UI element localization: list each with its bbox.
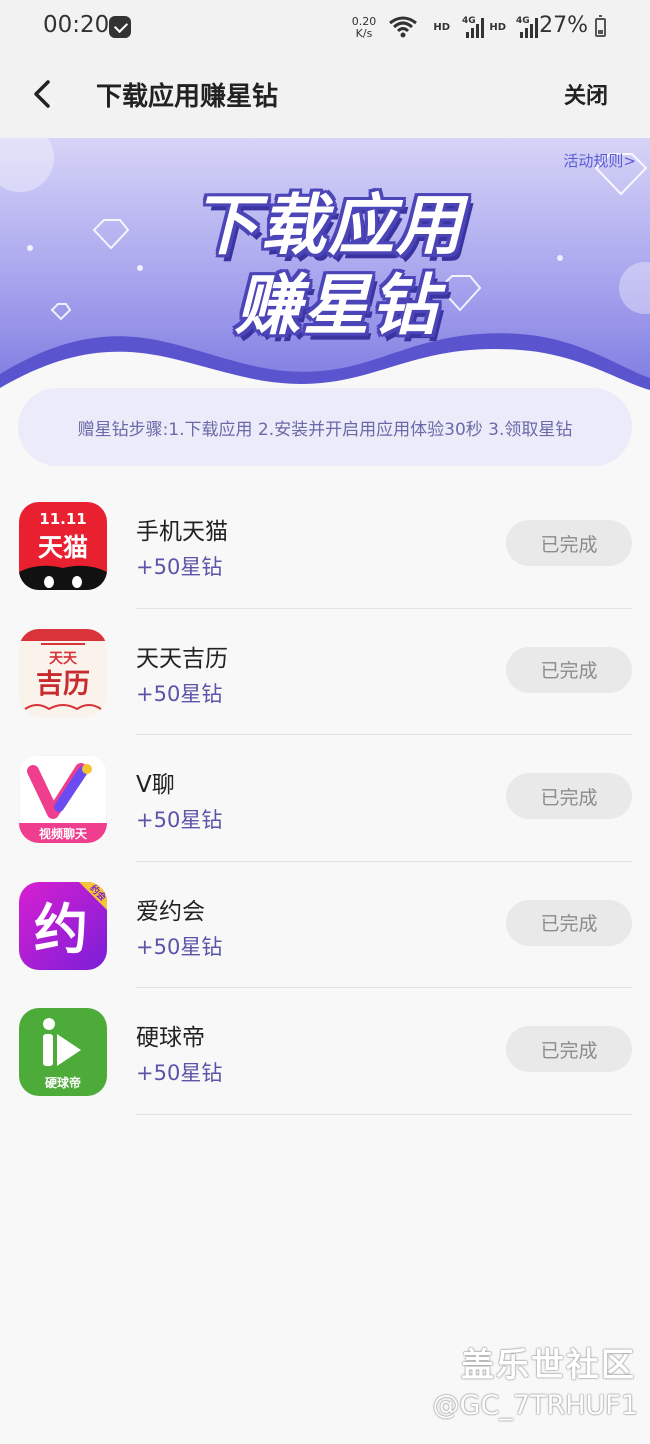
hd-label: HD: [433, 22, 450, 33]
svg-text:约: 约: [34, 898, 88, 961]
completed-button[interactable]: 已完成: [506, 899, 632, 946]
app-list: 11.11 天猫 手机天猫 +50星钻 已完成 天天 吉历 天天吉历 +50星钻: [0, 482, 650, 1115]
divider: [136, 1113, 632, 1115]
completed-button[interactable]: 已完成: [506, 773, 632, 819]
completed-button[interactable]: 已完成: [506, 1026, 632, 1072]
app-reward: +50星钻: [136, 681, 223, 706]
app-reward: +50星钻: [136, 808, 223, 832]
app-reward: +50星钻: [136, 1061, 223, 1085]
app-reward: +50星钻: [136, 555, 223, 579]
steps-card: 赠星钻步骤:1.下载应用 2.安装并开启用应用体验30秒 3.领取星钻: [18, 388, 632, 466]
title-bar: 下载应用赚星钻 关闭: [0, 56, 650, 138]
svg-text:吉历: 吉历: [36, 669, 90, 700]
status-time: 00:20: [43, 12, 110, 38]
wifi-icon: [389, 16, 417, 38]
close-button[interactable]: 关闭: [564, 78, 608, 110]
list-item[interactable]: 约会 约 爱约会 +50星钻 已完成: [0, 862, 650, 988]
hardball-app-icon: 硬球帝: [19, 1008, 107, 1096]
svg-text:11.11: 11.11: [39, 510, 86, 528]
svg-text:视频聊天: 视频聊天: [39, 826, 88, 841]
signal-icon: 4G: [516, 16, 538, 38]
app-name: V聊: [136, 772, 175, 798]
list-item[interactable]: 硬球帝 硬球帝 +50星钻 已完成: [0, 988, 650, 1115]
app-name: 爱约会: [136, 898, 205, 925]
app-reward: +50星钻: [136, 934, 223, 959]
back-button[interactable]: [22, 74, 62, 114]
network-speed: 0.20 K/s: [351, 15, 377, 40]
completed-button[interactable]: 已完成: [506, 646, 632, 693]
calendar-app-icon: 天天 吉历: [19, 628, 107, 717]
list-item[interactable]: 天天 吉历 天天吉历 +50星钻 已完成: [0, 609, 650, 735]
svg-text:4G: 4G: [516, 16, 530, 26]
svg-text:天猫: 天猫: [38, 533, 88, 562]
chevron-left-icon: [34, 80, 50, 108]
tmall-app-icon: 11.11 天猫: [19, 502, 107, 590]
notification-app-icon: [109, 16, 131, 38]
svg-text:硬球帝: 硬球帝: [45, 1075, 81, 1090]
vchat-app-icon: 视频聊天: [19, 755, 107, 843]
list-item[interactable]: 视频聊天 V聊 +50星钻 已完成: [0, 735, 650, 862]
list-item[interactable]: 11.11 天猫 手机天猫 +50星钻 已完成: [0, 482, 650, 609]
completed-button[interactable]: 已完成: [506, 520, 632, 566]
battery-icon: [595, 15, 606, 37]
promo-banner: 活动规则> 下载应用 赚星钻: [0, 138, 650, 400]
banner-title-line-2: 赚星钻: [235, 267, 439, 344]
page-title: 下载应用赚星钻: [96, 82, 279, 112]
hd-label: HD: [489, 22, 506, 33]
status-bar: 00:20 0.20 K/s HD 4G HD 4G 27%: [0, 0, 650, 56]
rules-link[interactable]: 活动规则>: [563, 150, 636, 171]
app-name: 天天吉历: [136, 645, 228, 672]
watermark-brand: 盖乐世社区: [461, 1345, 636, 1384]
app-name: 硬球帝: [136, 1025, 205, 1051]
svg-text:4G: 4G: [462, 16, 476, 26]
signal-icon: 4G: [462, 16, 484, 38]
battery-percentage: 27%: [539, 13, 588, 38]
steps-text: 赠星钻步骤:1.下载应用 2.安装并开启用应用体验30秒 3.领取星钻: [77, 419, 573, 440]
dating-app-icon: 约会 约: [19, 881, 107, 970]
watermark-user: @GC_7TRHUF1: [432, 1390, 638, 1421]
svg-text:天天: 天天: [49, 651, 78, 667]
app-name: 手机天猫: [136, 519, 228, 545]
status-indicators: 0.20 K/s HD 4G HD 4G 27%: [346, 12, 606, 44]
